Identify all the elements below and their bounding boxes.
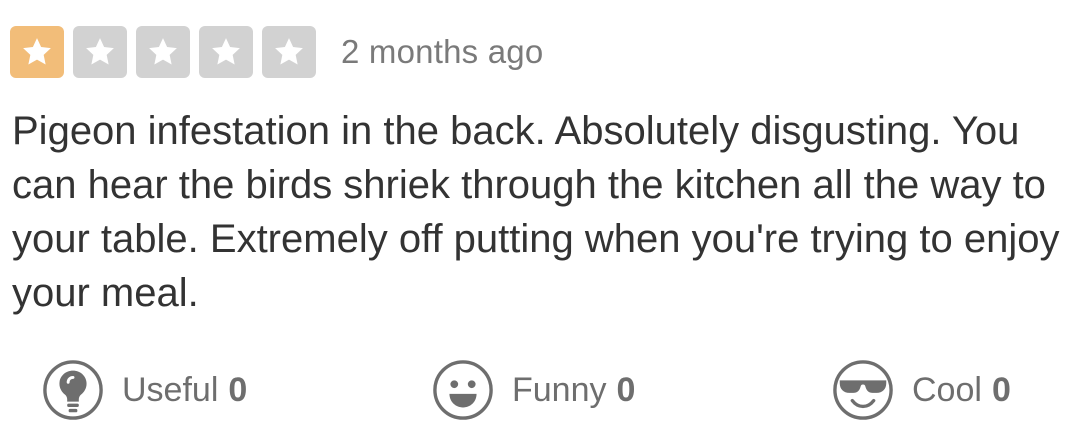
cool-label: Cool — [912, 370, 982, 409]
cool-count: 0 — [991, 370, 1011, 409]
star-icon — [275, 38, 303, 65]
star-icon — [149, 38, 177, 65]
review-date: 2 months ago — [341, 33, 544, 70]
lightbulb-icon — [43, 360, 103, 420]
funny-label: Funny — [512, 370, 607, 409]
star-icon — [86, 38, 114, 65]
smiley-icon — [433, 360, 493, 420]
cool-button[interactable]: Cool 0 — [832, 358, 1011, 422]
star-4-empty — [199, 26, 253, 78]
star-icon — [23, 38, 51, 65]
star-5-empty — [262, 26, 316, 78]
star-rating: 2 months ago — [10, 26, 543, 78]
useful-label: Useful — [122, 370, 219, 409]
review-text: Pigeon infestation in the back. Absolute… — [12, 109, 1060, 315]
star-3-empty — [136, 26, 190, 78]
star-1-filled — [10, 26, 64, 78]
useful-count: 0 — [228, 370, 248, 409]
sunglasses-icon — [833, 360, 893, 420]
funny-count: 0 — [616, 370, 636, 409]
star-2-empty — [73, 26, 127, 78]
useful-button[interactable]: Useful 0 — [42, 358, 247, 422]
funny-button[interactable]: Funny 0 — [432, 358, 635, 422]
star-icon — [212, 38, 240, 65]
review-actions: Useful 0 Funny 0 Cool 0 — [0, 358, 1092, 422]
